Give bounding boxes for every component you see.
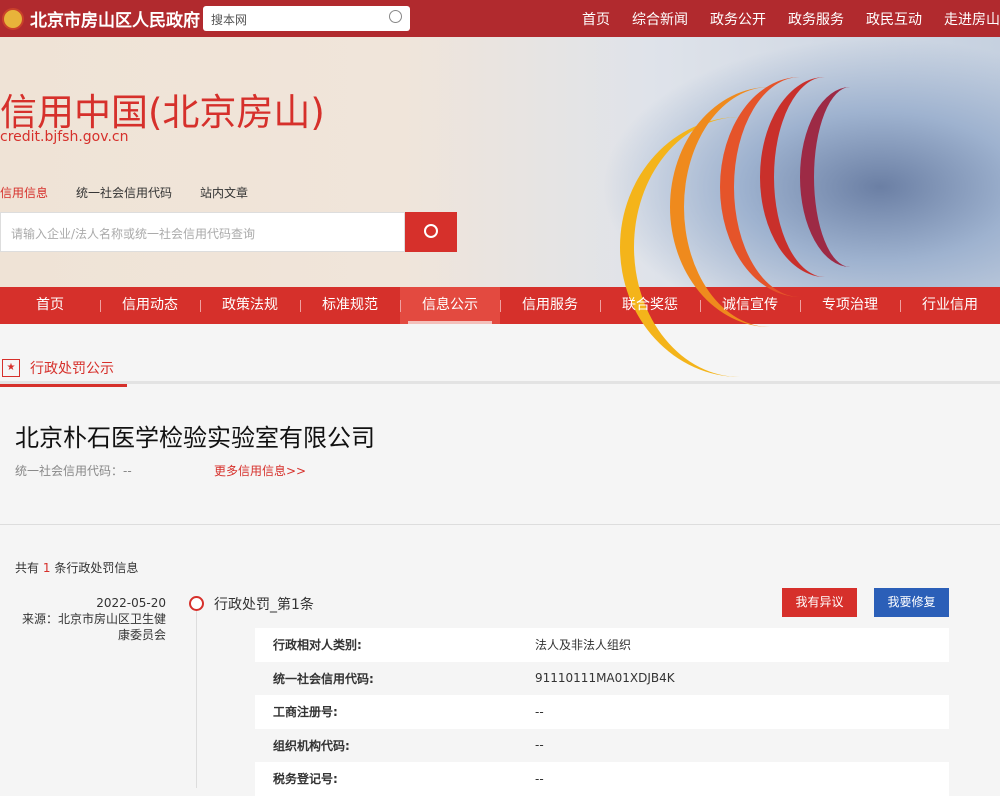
banner-url: credit.bjfsh.gov.cn [0, 129, 128, 145]
search-icon [424, 224, 438, 238]
record-fields: 行政相对人类别:法人及非法人组织 统一社会信用代码:91110111MA01XD… [255, 628, 949, 796]
credit-search-button[interactable] [405, 212, 457, 252]
nav-item[interactable]: 诚信宣传 [700, 287, 800, 324]
nav-item[interactable]: 专项治理 [800, 287, 900, 324]
nav-item[interactable]: 信用服务 [500, 287, 600, 324]
top-nav: 首页 综合新闻 政务公开 政务服务 政民互动 走进房山 [560, 0, 1000, 37]
nav-item[interactable]: 联合奖惩 [600, 287, 700, 324]
section-tab[interactable]: ★ 行政处罚公示 [0, 352, 127, 387]
national-emblem-icon [2, 8, 24, 30]
site-search-input[interactable]: 搜本网 [203, 6, 410, 31]
count-prefix: 共有 [15, 561, 39, 575]
more-credit-info-link[interactable]: 更多信用信息>> [214, 462, 306, 479]
site-name[interactable]: 北京市房山区人民政府 [30, 6, 200, 31]
tab-credit-code[interactable]: 统一社会信用代码 [76, 184, 172, 201]
timeline-line [196, 610, 197, 788]
record-date: 2022-05-20 [20, 595, 166, 611]
top-nav-item[interactable]: 政民互动 [866, 9, 922, 29]
field-value: -- [535, 772, 544, 786]
search-icon[interactable] [389, 10, 402, 23]
top-nav-item[interactable]: 走进房山 [944, 9, 1000, 29]
top-nav-item[interactable]: 政务公开 [710, 9, 766, 29]
search-placeholder: 搜本网 [211, 13, 247, 27]
badge-star-icon: ★ [2, 359, 20, 377]
divider [0, 524, 1000, 525]
record-source: 来源：北京市房山区卫生健康委员会 [20, 611, 166, 643]
repair-button[interactable]: 我要修复 [874, 588, 949, 617]
field-label: 行政相对人类别: [255, 636, 535, 653]
field-label: 工商注册号: [255, 703, 535, 720]
record-count: 共有 1 条行政处罚信息 [15, 559, 138, 576]
top-nav-item[interactable]: 综合新闻 [632, 9, 688, 29]
objection-button[interactable]: 我有异议 [782, 588, 857, 617]
field-row: 组织机构代码:-- [255, 729, 949, 763]
company-credit-code: 统一社会信用代码：-- [15, 462, 132, 479]
field-row: 税务登记号:-- [255, 762, 949, 796]
top-nav-item[interactable]: 首页 [582, 9, 610, 29]
timeline-dot-icon [189, 596, 204, 611]
tab-credit-info[interactable]: 信用信息 [0, 184, 48, 201]
nav-item[interactable]: 行业信用 [900, 287, 1000, 324]
top-bar: 北京市房山区人民政府 搜本网 首页 综合新闻 政务公开 政务服务 政民互动 走进… [0, 0, 1000, 37]
credit-search-placeholder: 请输入企业/法人名称或统一社会信用代码查询 [11, 227, 255, 241]
count-suffix: 条行政处罚信息 [54, 561, 138, 575]
field-label: 组织机构代码: [255, 737, 535, 754]
top-nav-item[interactable]: 政务服务 [788, 9, 844, 29]
search-tabs: 信用信息 统一社会信用代码 站内文章 [0, 184, 276, 201]
field-value: -- [535, 738, 544, 752]
credit-search-input[interactable]: 请输入企业/法人名称或统一社会信用代码查询 [0, 212, 405, 252]
nav-item-active[interactable]: 信息公示 [400, 287, 500, 324]
field-row: 统一社会信用代码:91110111MA01XDJB4K [255, 662, 949, 696]
field-row: 行政相对人类别:法人及非法人组织 [255, 628, 949, 662]
record-meta: 2022-05-20 来源：北京市房山区卫生健康委员会 [20, 595, 166, 643]
field-value: -- [535, 705, 544, 719]
nav-item[interactable]: 标准规范 [300, 287, 400, 324]
main-nav: 首页 信用动态 政策法规 标准规范 信息公示 信用服务 联合奖惩 诚信宣传 专项… [0, 287, 1000, 324]
nav-item[interactable]: 首页 [0, 287, 100, 324]
company-name: 北京朴石医学检验实验室有限公司 [15, 418, 375, 453]
tab-site-articles[interactable]: 站内文章 [200, 184, 248, 201]
banner-title: 信用中国(北京房山) [0, 82, 325, 136]
nav-item[interactable]: 政策法规 [200, 287, 300, 324]
section-title: 行政处罚公示 [30, 358, 114, 378]
banner-sculpture-image [600, 37, 1000, 287]
field-row: 工商注册号:-- [255, 695, 949, 729]
field-value: 法人及非法人组织 [535, 636, 631, 653]
banner: 信用中国(北京房山) credit.bjfsh.gov.cn 信用信息 统一社会… [0, 37, 1000, 287]
nav-item[interactable]: 信用动态 [100, 287, 200, 324]
field-value: 91110111MA01XDJB4K [535, 671, 675, 685]
count-number: 1 [43, 561, 51, 575]
record-title: 行政处罚_第1条 [214, 594, 314, 614]
section-header: ★ 行政处罚公示 [0, 324, 1000, 384]
field-label: 统一社会信用代码: [255, 670, 535, 687]
field-label: 税务登记号: [255, 770, 535, 787]
